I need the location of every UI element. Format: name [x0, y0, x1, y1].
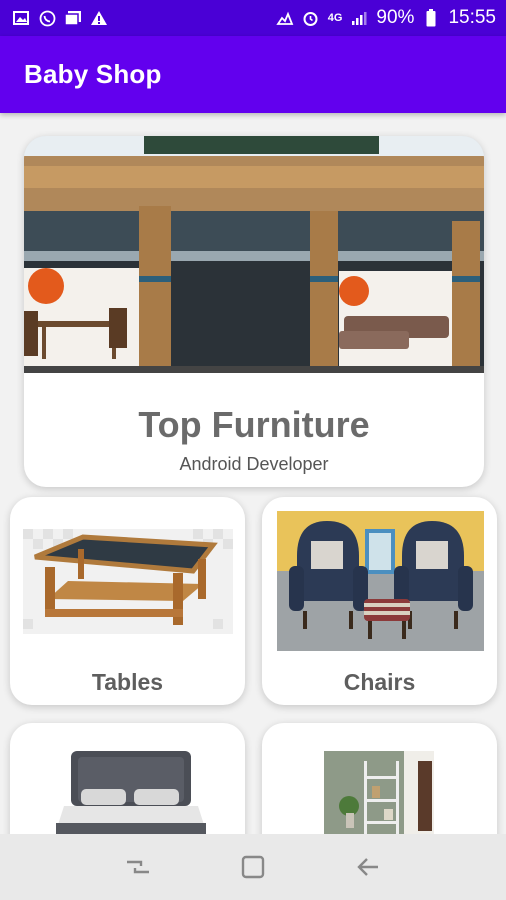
hero-card[interactable]: Top Furniture Android Developer [24, 136, 484, 487]
signal-icon [350, 10, 368, 26]
notification-icons [12, 10, 108, 26]
shelf-image [324, 751, 434, 834]
warning-icon [90, 10, 108, 26]
clock: 15:55 [448, 7, 496, 28]
category-tile-chairs[interactable]: Chairs [262, 497, 497, 705]
hero-image [24, 136, 484, 373]
hero-subtitle: Android Developer [179, 454, 329, 474]
gallery-icon [64, 10, 82, 26]
whatsapp-icon [38, 10, 56, 26]
system-nav-bar [0, 834, 506, 900]
system-icons: 4G 90% 15:55 [276, 7, 496, 29]
battery-percent: 90% [376, 7, 415, 28]
home-icon[interactable] [233, 847, 273, 887]
network-type: 4G [327, 12, 343, 24]
category-tile-tables[interactable]: Tables [10, 497, 245, 705]
chairs-image [277, 511, 484, 656]
category-label: Chairs [343, 669, 416, 695]
hero-title: Top Furniture [138, 404, 370, 445]
battery-icon [422, 9, 440, 27]
category-tile-bed[interactable] [10, 723, 245, 834]
image-icon [12, 10, 30, 26]
category-tile-shelf[interactable] [262, 723, 497, 834]
status-bar: 4G 90% 15:55 [0, 0, 506, 36]
app-bar: Baby Shop [0, 36, 506, 113]
content-scroll[interactable]: Top Furniture Android Developer Tables C… [0, 113, 506, 834]
back-icon[interactable] [348, 847, 388, 887]
tables-image [23, 529, 233, 639]
bed-image [56, 751, 206, 834]
accessibility-icon [276, 10, 294, 26]
recent-apps-icon[interactable] [118, 847, 158, 887]
app-title: Baby Shop [24, 59, 162, 89]
category-label: Tables [91, 669, 164, 695]
alarm-icon [302, 10, 320, 26]
